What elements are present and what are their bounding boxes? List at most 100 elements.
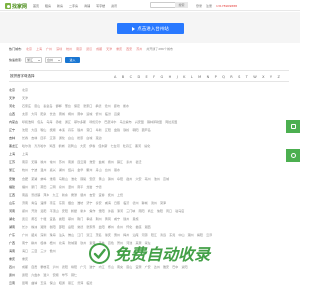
city-link[interactable]: 牡丹江 [123,144,132,148]
city-link[interactable]: 毕节 [62,273,68,277]
city-link[interactable]: 临汾 [105,112,111,116]
city-link[interactable]: 东莞 [169,233,175,237]
letter-link[interactable]: X [262,75,264,79]
province-select[interactable]: 浙江 [25,57,43,63]
nav-search-button[interactable]: 搜索 [175,2,188,8]
nav-link[interactable]: 资讯 [111,4,117,8]
city-link[interactable]: 乐山 [108,265,114,269]
city-link[interactable]: 金华 [77,168,83,172]
city-link[interactable]: 怀化 [126,225,132,229]
city-link[interactable]: 邢台 [65,104,71,108]
city-link[interactable]: 惠州 [114,233,120,237]
city-link[interactable]: 汕尾 [132,233,138,237]
city-link[interactable]: 驻马店 [175,209,184,213]
letter-link[interactable]: S [238,75,240,79]
city-link[interactable]: 昭通 [59,281,65,285]
city-link[interactable]: 鹤岗 [59,144,65,148]
city-link[interactable]: 通化 [59,136,65,140]
enter-button[interactable]: 进入 [65,57,81,63]
city-link[interactable]: 盘锦 [114,128,120,132]
city-link[interactable]: 齐齐哈尔 [34,144,46,148]
city-link[interactable]: 福州 [22,185,28,189]
city-link[interactable]: 芜湖 [31,177,37,181]
city-link[interactable]: 中山 [178,233,184,237]
city-link[interactable]: 湛江 [86,233,92,237]
city-link[interactable]: 苏州 [59,160,65,164]
city-link[interactable]: 白山 [68,136,74,140]
city-link[interactable]: 信阳 [157,209,163,213]
letter-link[interactable]: W [253,75,256,79]
city-link[interactable]: 清远 [160,233,166,237]
city-link[interactable]: 防城港 [68,241,77,245]
city-link[interactable]: 湘潭 [40,225,46,229]
city-link[interactable]: 孝感 [86,217,92,221]
city-link[interactable]: 玉溪 [40,281,46,285]
city-link[interactable]: 北海 [59,241,65,245]
city-link[interactable]: 常州 [50,160,56,164]
city-link[interactable]: 河源 [142,233,148,237]
city-link[interactable]: 扬州 [108,160,114,164]
city-link[interactable]: 泉州 [59,185,65,189]
city-link[interactable]: 新乡 [80,209,86,213]
letter-link[interactable]: R [230,75,232,79]
city-link[interactable]: 南阳 [138,209,144,213]
city-link[interactable]: 本溪 [59,128,65,132]
city-link[interactable]: 巴彦淖尔 [104,120,116,124]
city-link[interactable]: 南充 [117,265,123,269]
city-link[interactable]: 濮阳 [99,209,105,213]
nav-link[interactable]: 租房 [45,4,51,8]
city-link[interactable]: 衢州 [86,168,92,172]
city-link[interactable]: 鄂州 [68,217,74,221]
city-link[interactable]: 阜新 [96,128,102,132]
city-link[interactable]: 许昌 [108,209,114,213]
site-logo[interactable]: 找家网 [5,3,27,10]
city-link[interactable]: 宿州 [126,177,132,181]
city-link[interactable]: 漳州 [68,185,74,189]
city-link[interactable]: 延边 [96,136,102,140]
city-link[interactable]: 儋州 [50,249,56,253]
city-link[interactable]: 三门峡 [126,209,135,213]
city-link[interactable]: 郑州 [22,209,28,213]
city-link[interactable]: 赤峰 [56,120,62,124]
letter-link[interactable]: D [137,75,140,79]
city-link[interactable]: 朔州 [68,112,74,116]
city-link[interactable]: 商丘 [148,209,154,213]
city-link[interactable]: 汕头 [59,233,65,237]
city-link[interactable]: 益阳 [99,225,105,229]
float-top-button[interactable] [286,149,300,162]
letter-link[interactable]: M [198,75,201,79]
city-link[interactable]: 三亚 [31,249,37,253]
hot-city-link[interactable]: 天津 [106,47,112,51]
city-link[interactable]: 营口 [86,128,92,132]
city-link[interactable]: 上海 [22,152,28,156]
city-link[interactable]: 宣城 [163,177,169,181]
city-link[interactable]: 南平 [77,185,83,189]
city-link[interactable]: 抚州 [108,193,114,197]
city-link[interactable]: 泸州 [53,265,59,269]
city-link[interactable]: 淄博 [40,201,46,205]
letter-link[interactable]: J [177,75,178,79]
city-link[interactable]: 宜春 [99,193,105,197]
city-link[interactable]: 淮南 [50,177,56,181]
city-link[interactable]: 通辽 [65,120,71,124]
nav-link[interactable]: 写字楼 [96,4,105,8]
hot-city-link[interactable]: 深圳 [56,47,62,51]
city-link[interactable]: 宁德 [96,185,102,189]
city-link[interactable]: 鸡西 [49,144,55,148]
city-link[interactable]: 兴安盟 [135,120,144,124]
city-link[interactable]: 萍乡 [43,193,49,197]
city-link[interactable]: 九江 [53,193,59,197]
city-link[interactable]: 蚌埠 [40,177,46,181]
hot-city-link[interactable]: 成都 [96,47,102,51]
city-link[interactable]: 江门 [77,233,83,237]
hot-city-link[interactable]: 武汉 [86,47,92,51]
hot-city-link[interactable]: 上海 [36,47,42,51]
city-link[interactable]: 双鸭山 [68,144,77,148]
city-link[interactable]: 鄂尔多斯 [74,120,86,124]
city-link[interactable]: 揭阳 [197,233,203,237]
city-link[interactable]: 深圳 [40,233,46,237]
city-link[interactable]: 随州 [123,217,129,221]
city-link[interactable]: 潍坊 [77,201,83,205]
hot-city-link[interactable]: 广州 [46,47,52,51]
letter-link[interactable]: B [122,75,124,79]
